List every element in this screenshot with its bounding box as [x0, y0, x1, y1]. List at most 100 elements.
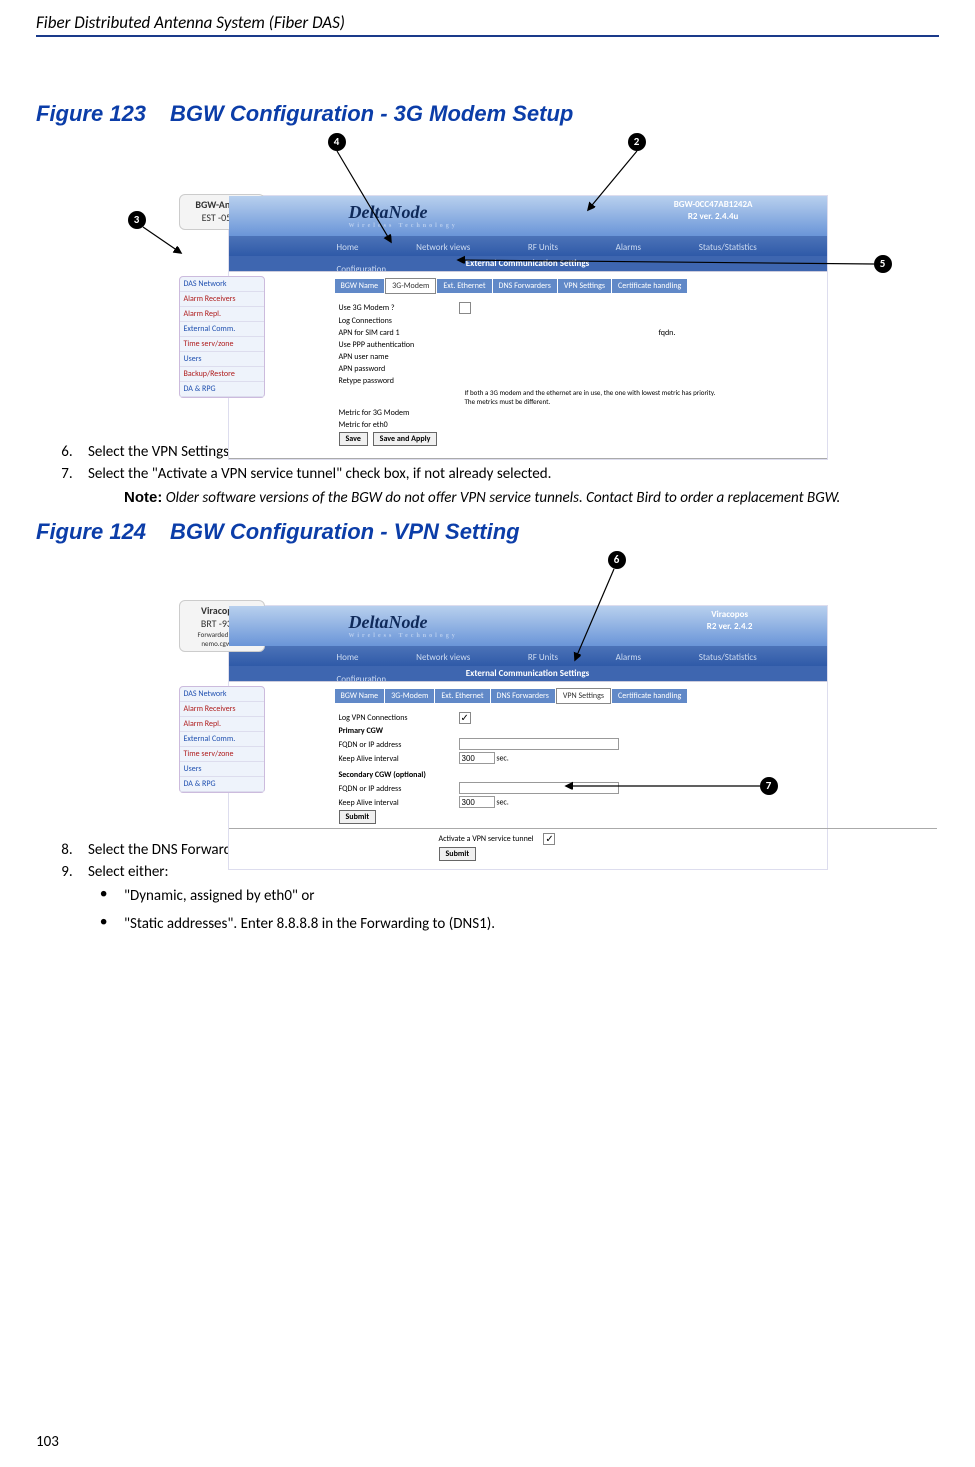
step-7: Select the "Activate a VPN service tunne… [76, 465, 939, 483]
lbl-keep2: Keep Alive interval [339, 798, 459, 808]
tab-bgwname[interactable]: BGW Name [335, 279, 385, 293]
nav-home[interactable]: Home [337, 238, 359, 258]
side-users[interactable]: Users [180, 352, 264, 367]
side2-darpg[interactable]: DA & RPG [180, 777, 264, 792]
tab-dns[interactable]: DNS Forwarders [493, 279, 557, 293]
lbl-secondary: Secondary CGW (optional) [339, 770, 499, 780]
side-backup[interactable]: Backup/Restore [180, 367, 264, 382]
figure-123-number: Figure 123 [36, 101, 146, 126]
nav2-network[interactable]: Network views [416, 648, 470, 668]
lbl-metriceth: Metric for eth0 [339, 420, 459, 430]
lbl-primary: Primary CGW [339, 726, 459, 736]
side-das[interactable]: DAS Network [180, 277, 264, 292]
side2-time[interactable]: Time serv/zone [180, 747, 264, 762]
inp-keep1[interactable] [459, 752, 495, 764]
doc-header: Fiber Distributed Antenna System (Fiber … [36, 12, 939, 37]
tab2-dns[interactable]: DNS Forwarders [491, 689, 555, 703]
fig123-nav: Home Network views RF Units Alarms Statu… [229, 236, 827, 256]
brand-logo: DeltaNode Wireless Technology [349, 202, 458, 229]
tab-cert[interactable]: Certificate handling [612, 279, 687, 293]
fig123-section: External Communication Settings [229, 256, 827, 271]
page-number: 103 [36, 1433, 59, 1451]
figure-123-title: Figure 123 BGW Configuration - 3G Modem S… [36, 101, 939, 127]
note-block-1: Note: Older software versions of the BGW… [124, 489, 939, 507]
side2-alarmrcv[interactable]: Alarm Receivers [180, 702, 264, 717]
bullet-static: "Static addresses". Enter 8.8.8.8 in the… [100, 915, 939, 933]
callout-7: 7 [760, 777, 778, 795]
tab2-bgwname[interactable]: BGW Name [335, 689, 385, 703]
inp-keep2[interactable] [459, 796, 495, 808]
fig124-header: DeltaNode Wireless Technology Viracopos … [229, 606, 827, 646]
side2-users[interactable]: Users [180, 762, 264, 777]
tab2-exteth[interactable]: Ext. Ethernet [435, 689, 489, 703]
figure-124-number: Figure 124 [36, 519, 146, 544]
fig124-device-id: Viracopos [707, 609, 753, 621]
chk-use3g[interactable] [459, 302, 471, 314]
tab2-3gmodem[interactable]: 3G-Modem [385, 689, 434, 703]
nav2-status[interactable]: Status/Statistics [699, 648, 757, 668]
side2-extcomm[interactable]: External Comm. [180, 732, 264, 747]
lbl-apnpass: APN password [339, 364, 459, 374]
callout-4: 4 [328, 133, 346, 151]
fig123-header: DeltaNode Wireless Technology BGW-0CC47A… [229, 196, 827, 236]
side-extcomm[interactable]: External Comm. [180, 322, 264, 337]
inp-fqdn1[interactable] [459, 738, 619, 750]
nav-rf[interactable]: RF Units [528, 238, 558, 258]
side-time[interactable]: Time serv/zone [180, 337, 264, 352]
inp-fqdn2[interactable] [459, 782, 619, 794]
btn-submit1[interactable]: Submit [339, 810, 377, 824]
brand-logo-2: DeltaNode Wireless Technology [349, 612, 458, 639]
figure-124-caption: BGW Configuration - VPN Setting [170, 519, 520, 544]
nav2-rf[interactable]: RF Units [528, 648, 558, 668]
tab2-cert[interactable]: Certificate handling [612, 689, 687, 703]
brand-text: DeltaNode [349, 202, 428, 222]
note-label: Note: [124, 489, 162, 506]
fig124-section: External Communication Settings [229, 666, 827, 681]
nav-alarms[interactable]: Alarms [616, 238, 641, 258]
btn-save[interactable]: Save [339, 432, 368, 446]
tab-exteth[interactable]: Ext. Ethernet [437, 279, 491, 293]
lbl-fqdn1: FQDN or IP address [339, 740, 459, 750]
fig124-body: DAS Network Alarm Receivers Alarm Repl. … [229, 681, 827, 869]
nav2-alarms[interactable]: Alarms [616, 648, 641, 668]
fig124-device-ver: R2 ver. 2.4.2 [707, 621, 753, 633]
tab2-vpn[interactable]: VPN Settings [556, 688, 611, 704]
lbl-retype: Retype password [339, 376, 459, 386]
fig123-sidebar: DAS Network Alarm Receivers Alarm Repl. … [179, 276, 265, 398]
nav-network[interactable]: Network views [416, 238, 470, 258]
side-alarmrcv[interactable]: Alarm Receivers [180, 292, 264, 307]
figure-123: 2 4 3 5 BGW-Angola EST -0500 DeltaNode [38, 133, 938, 433]
nav2-home[interactable]: Home [337, 648, 359, 668]
tab-3gmodem[interactable]: 3G-Modem [385, 278, 436, 294]
brand-text-2: DeltaNode [349, 612, 428, 632]
lbl-activate: Activate a VPN service tunnel [439, 834, 534, 844]
chk-activate[interactable] [543, 833, 555, 845]
side-alarmrepl[interactable]: Alarm Repl. [180, 307, 264, 322]
side2-das[interactable]: DAS Network [180, 687, 264, 702]
fig123-device-ver: R2 ver. 2.4.4u [674, 211, 753, 223]
side2-alarmrepl[interactable]: Alarm Repl. [180, 717, 264, 732]
fig124-sidebar: DAS Network Alarm Receivers Alarm Repl. … [179, 686, 265, 793]
figure-124: 6 7 Viracopos BRT -9300 Forwarded from: … [38, 551, 938, 831]
callout-3: 3 [128, 211, 146, 229]
side-darpg[interactable]: DA & RPG [180, 382, 264, 397]
brand-subtext-2: Wireless Technology [349, 633, 458, 639]
fig123-device-id: BGW-0CC47AB1242A [674, 199, 753, 211]
figure-123-caption: BGW Configuration - 3G Modem Setup [170, 101, 573, 126]
brand-subtext: Wireless Technology [349, 223, 458, 229]
btn-saveapply[interactable]: Save and Apply [373, 432, 438, 446]
fig124-ui: Viracopos BRT -9300 Forwarded from: nemo… [228, 605, 828, 870]
lbl-metric3g: Metric for 3G Modem [339, 408, 459, 418]
callout-6: 6 [608, 551, 626, 569]
lbl-logvpn: Log VPN Connections [339, 713, 459, 723]
tab-vpn[interactable]: VPN Settings [558, 279, 611, 293]
btn-submit2[interactable]: Submit [439, 847, 477, 861]
chk-logvpn[interactable] [459, 712, 471, 724]
fig124-nav: Home Network views RF Units Alarms Statu… [229, 646, 827, 666]
nav-status[interactable]: Status/Statistics [699, 238, 757, 258]
fig123-body: DAS Network Alarm Receivers Alarm Repl. … [229, 271, 827, 459]
lbl-keep1: Keep Alive interval [339, 754, 459, 764]
fig123-ui: BGW-Angola EST -0500 DeltaNode Wireless … [228, 195, 828, 460]
fig124-tabs: BGW Name3G-ModemExt. EthernetDNS Forward… [229, 682, 827, 708]
fig123-tabs: BGW Name3G-ModemExt. EthernetDNS Forward… [229, 272, 827, 298]
